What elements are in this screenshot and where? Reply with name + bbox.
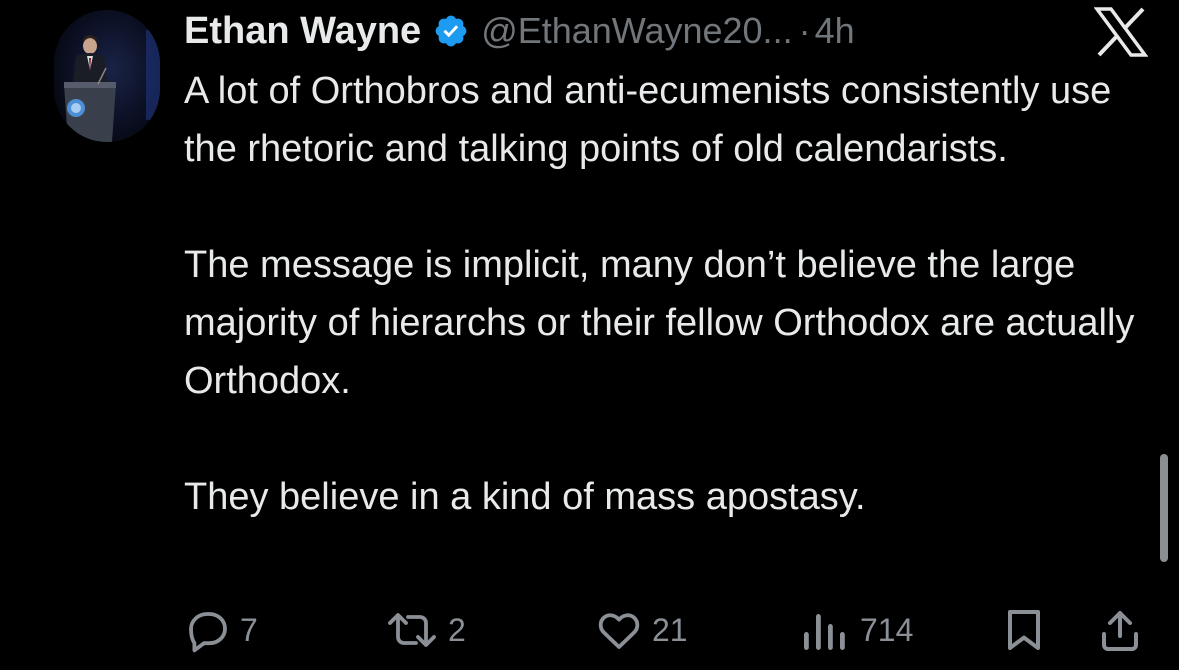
like-count: 21 [652,611,688,648]
views-count: 714 [860,611,914,648]
author-handle[interactable]: @EthanWayne20... [481,10,792,52]
tweet: Ethan Wayne @EthanWayne20... · 4h A lot … [0,0,1179,670]
views-icon [796,606,852,654]
like-button[interactable]: 21 [594,604,688,656]
heart-icon [594,606,644,654]
views-button[interactable]: 714 [796,604,913,656]
share-icon [1096,606,1144,654]
reply-icon [184,606,232,654]
x-logo-icon [1093,6,1149,58]
reply-button[interactable]: 7 [184,604,258,656]
author-display-name[interactable]: Ethan Wayne [184,10,421,53]
tweet-header: Ethan Wayne @EthanWayne20... · 4h [184,6,855,56]
verified-badge-icon[interactable] [433,13,469,49]
avatar-photo [54,10,160,142]
retweet-icon [384,606,440,654]
tweet-text: A lot of Orthobros and anti-ecumenists c… [184,62,1154,526]
tweet-action-bar: 7 2 21 714 [184,604,1154,656]
tweet-paragraph: They believe in a kind of mass apostasy. [184,476,866,518]
retweet-count: 2 [448,611,466,648]
reply-count: 7 [240,611,258,648]
share-button[interactable] [1096,604,1144,656]
retweet-button[interactable]: 2 [384,604,466,656]
tweet-paragraph: The message is implicit, many don’t beli… [184,244,1135,402]
bookmark-icon [1002,606,1046,654]
tweet-paragraph: A lot of Orthobros and anti-ecumenists c… [184,70,1112,170]
avatar[interactable] [54,10,160,142]
tweet-timestamp[interactable]: 4h [815,10,855,52]
bookmark-button[interactable] [1002,604,1046,656]
scrollbar-thumb[interactable] [1160,454,1168,562]
header-separator: · [798,10,811,51]
